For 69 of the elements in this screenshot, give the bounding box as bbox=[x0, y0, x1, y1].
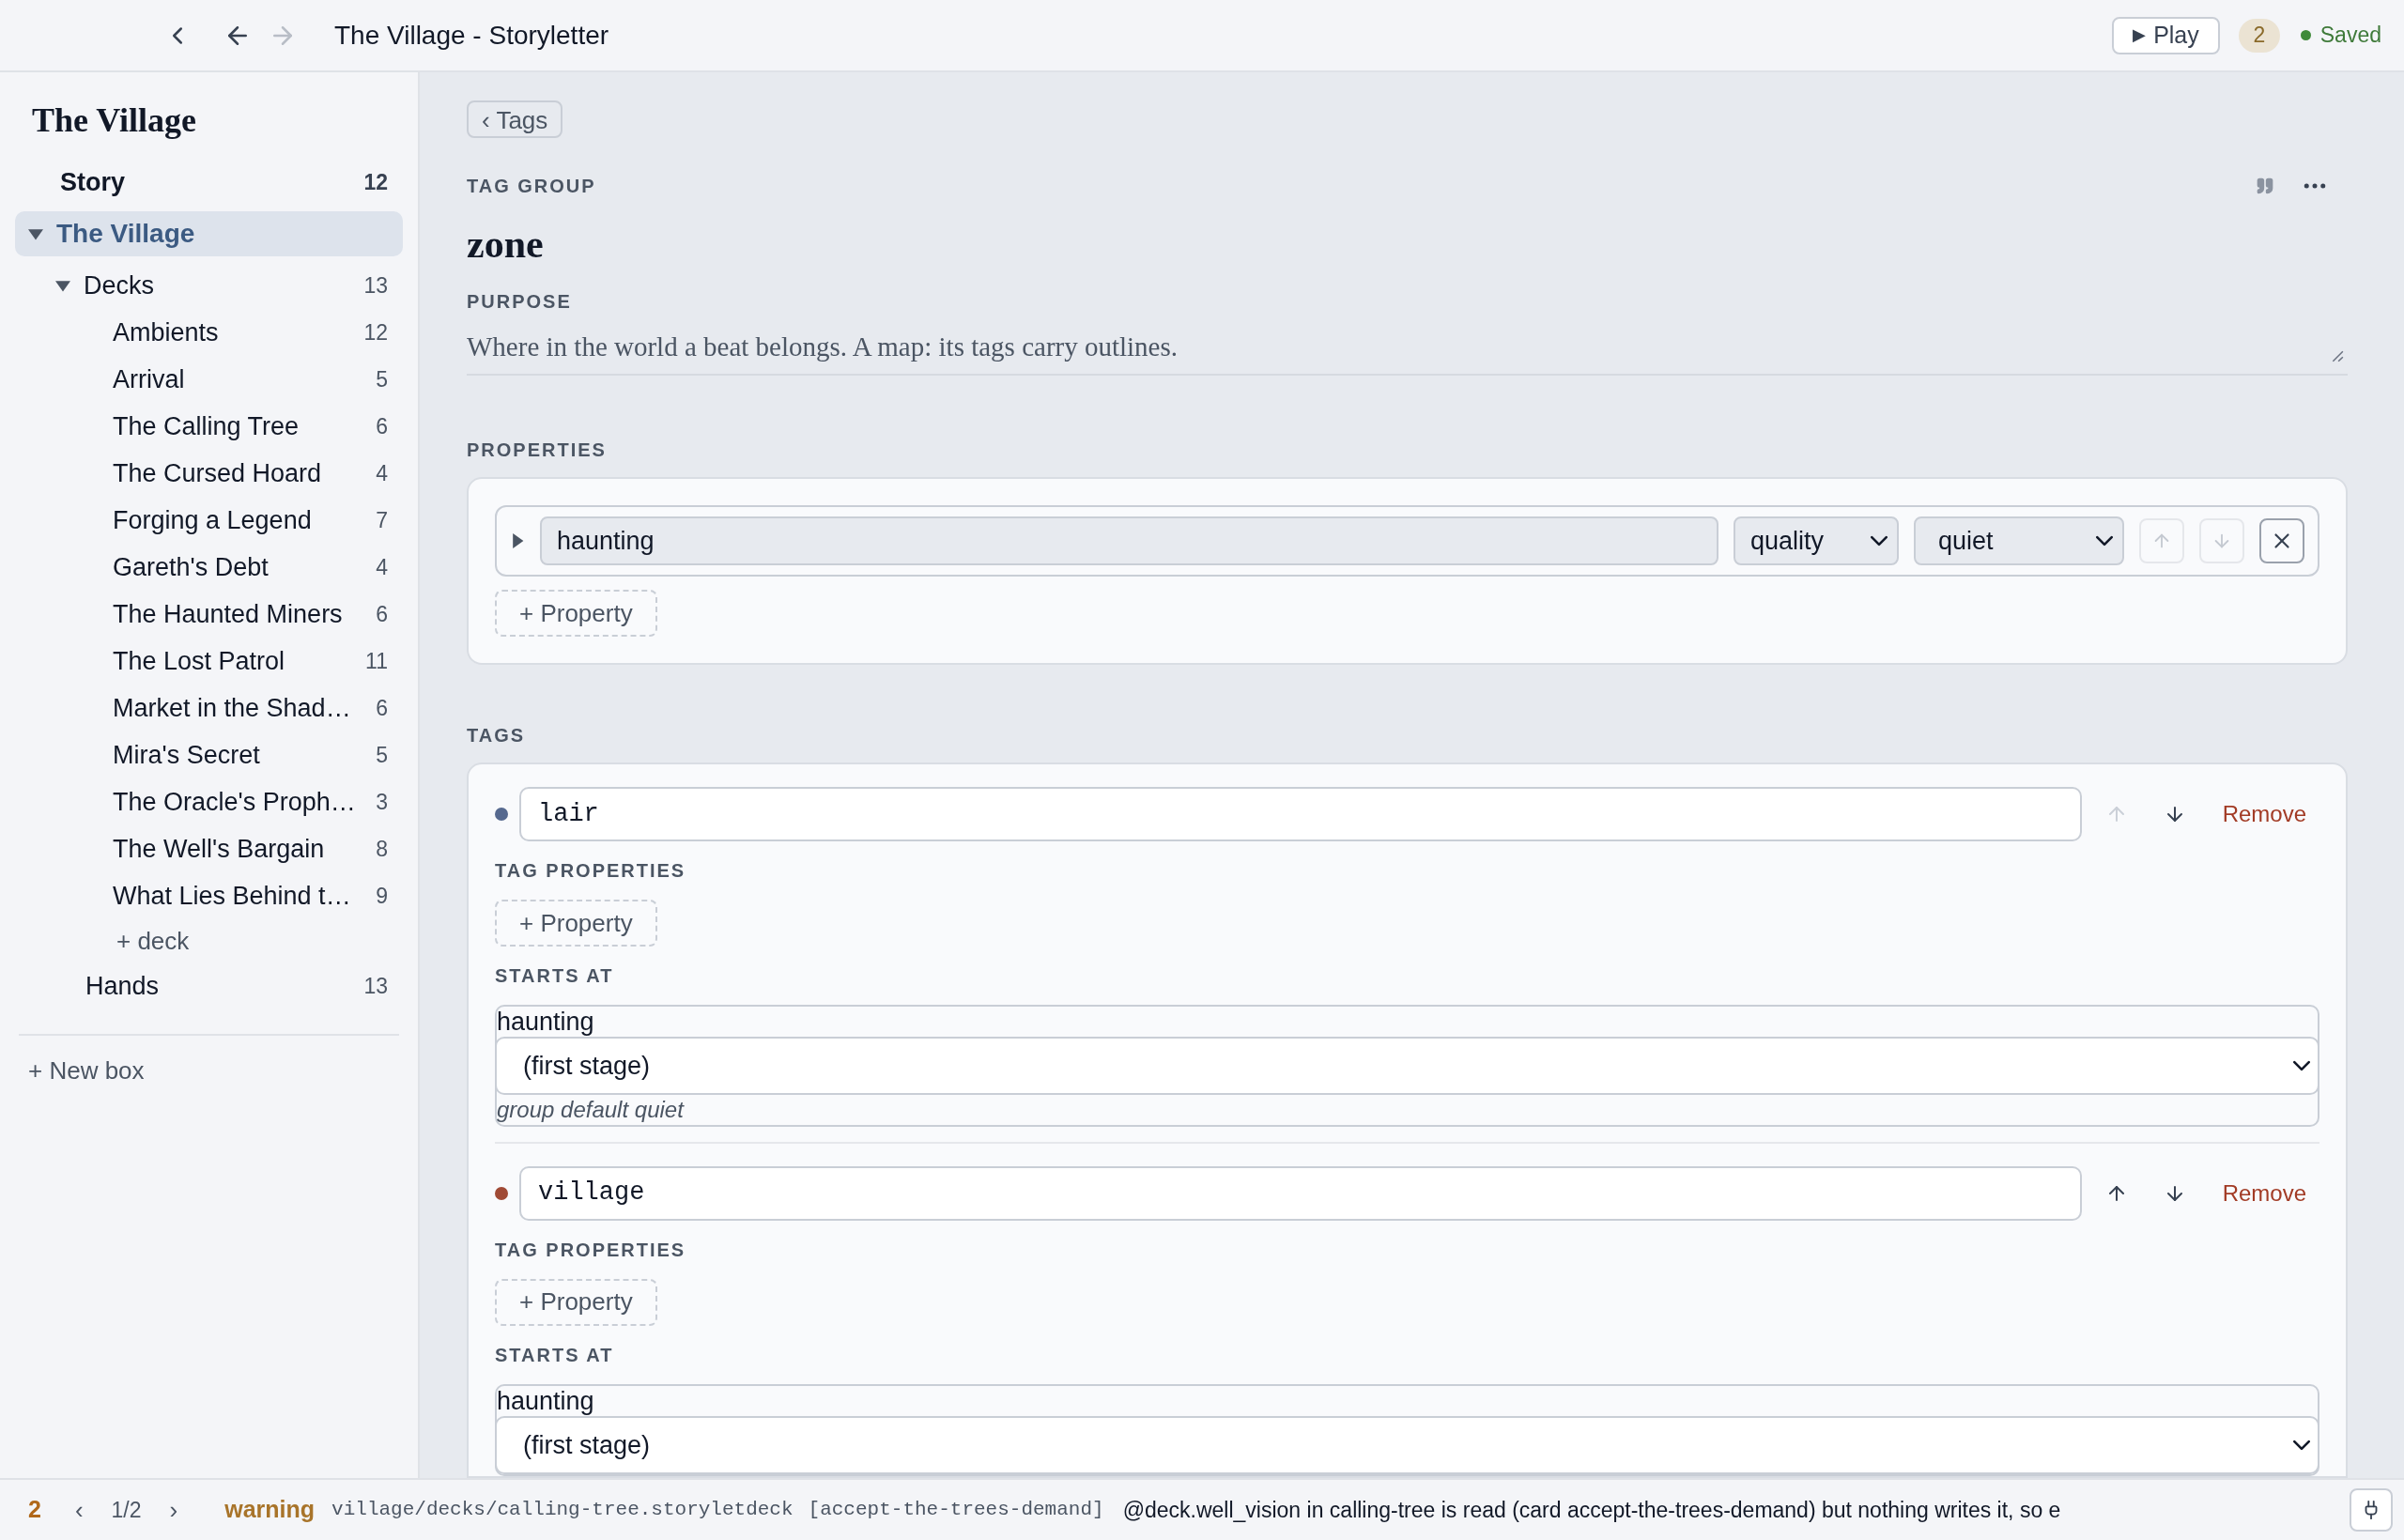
properties-label: PROPERTIES bbox=[467, 439, 608, 463]
count-badge: 2 bbox=[2238, 18, 2280, 53]
remove-button[interactable]: Remove bbox=[2209, 797, 2319, 832]
new-box-link[interactable]: + New box bbox=[15, 1053, 403, 1089]
tag-properties-label: TAG PROPERTIES bbox=[495, 859, 687, 884]
property-default-select[interactable]: quiet bbox=[1914, 516, 2124, 566]
tag-name-field[interactable]: lair bbox=[519, 787, 2082, 842]
property-name: haunting bbox=[497, 1007, 595, 1038]
severity-label: warning bbox=[224, 1495, 316, 1525]
add-property-button[interactable]: + Property bbox=[495, 1278, 657, 1326]
starts-at-label: STARTS AT bbox=[495, 964, 615, 989]
sidebar-item[interactable]: Market in the Shad… 6 bbox=[15, 685, 403, 732]
sidebar-item[interactable]: Story 12 bbox=[15, 159, 403, 206]
previous-button[interactable]: ‹ bbox=[74, 1491, 84, 1529]
stage-select[interactable]: (first stage) bbox=[495, 1037, 2319, 1096]
sidebar-item[interactable]: The Well's Bargain 8 bbox=[15, 825, 403, 872]
default-hint: group default quiet bbox=[497, 1096, 686, 1125]
resize-handle-icon[interactable] bbox=[2331, 349, 2344, 363]
sidebar-item[interactable]: Hands 13 bbox=[15, 962, 403, 1009]
expanded-triangle-icon[interactable] bbox=[28, 226, 43, 241]
problem-count: 2 bbox=[28, 1495, 41, 1525]
add-deck-link[interactable]: + deck bbox=[15, 919, 403, 962]
chevron-down-icon bbox=[2293, 1060, 2310, 1072]
collapsed-triangle-icon[interactable] bbox=[510, 533, 525, 549]
remove-button[interactable]: Remove bbox=[2209, 1176, 2319, 1210]
purpose-field[interactable]: Where in the world a beat belongs. A map: its tags carry outlines. bbox=[467, 327, 2348, 377]
saved-status: Saved bbox=[2319, 22, 2381, 50]
expanded-triangle-icon[interactable] bbox=[55, 278, 70, 293]
tag-name-field[interactable]: village bbox=[519, 1165, 2082, 1221]
tag-group-label: TAG GROUP bbox=[467, 175, 596, 198]
warning-message: @deck.well_vision in calling-tree is read (card accept-the-trees-demand) but nothing writes it, so e bbox=[1122, 1496, 2061, 1524]
tags-label: TAGS bbox=[467, 724, 527, 748]
sidebar-item[interactable]: The Village bbox=[15, 211, 403, 256]
add-property-button[interactable]: + Property bbox=[495, 900, 657, 947]
page-indicator: 1/2 bbox=[111, 1496, 142, 1524]
chevron-down-icon bbox=[2096, 535, 2113, 547]
next-button[interactable]: › bbox=[169, 1491, 178, 1529]
stage-select[interactable]: (first stage) bbox=[495, 1416, 2319, 1474]
sidebar-title: The Village bbox=[31, 100, 197, 141]
sidebar-item[interactable]: The Lost Patrol 11 bbox=[15, 638, 403, 685]
sidebar-item[interactable]: Decks 13 bbox=[15, 262, 403, 309]
property-name: haunting bbox=[497, 1385, 595, 1416]
sidebar-item[interactable]: Arrival 5 bbox=[15, 356, 403, 403]
sidebar-item[interactable]: The Haunted Miners 6 bbox=[15, 591, 403, 638]
quote-icon[interactable] bbox=[2256, 177, 2274, 195]
plug-button[interactable] bbox=[2350, 1488, 2393, 1532]
purpose-label: PURPOSE bbox=[467, 290, 573, 314]
starts-at-label: STARTS AT bbox=[495, 1343, 615, 1367]
sidebar-item[interactable]: The Oracle's Proph… 3 bbox=[15, 778, 403, 825]
window-title: The Village - Storyletter bbox=[334, 19, 609, 52]
property-type-select[interactable]: quality bbox=[1734, 516, 1899, 566]
file-path: village/decks/calling-tree.storyletdeck bbox=[331, 1498, 794, 1523]
chevron-down-icon bbox=[2293, 1440, 2310, 1451]
sidebar-item[interactable]: What Lies Behind t… 9 bbox=[15, 872, 403, 919]
chevron-down-icon bbox=[1871, 535, 1888, 547]
sidebar-item[interactable]: Ambients 12 bbox=[15, 309, 403, 356]
property-name-field[interactable]: haunting bbox=[540, 516, 1718, 566]
sidebar-item[interactable]: The Calling Tree 6 bbox=[15, 403, 403, 450]
add-property-button[interactable]: + Property bbox=[495, 590, 657, 638]
close-button[interactable] bbox=[2259, 518, 2304, 564]
tag-properties-label: TAG PROPERTIES bbox=[495, 1238, 687, 1262]
sidebar-item[interactable]: Forging a Legend 7 bbox=[15, 497, 403, 544]
sidebar-item[interactable]: Mira's Secret 5 bbox=[15, 732, 403, 778]
back-to-tags-button[interactable]: ‹ Tags bbox=[467, 100, 563, 138]
sidebar-item[interactable]: Gareth's Debt 4 bbox=[15, 544, 403, 591]
sidebar-item[interactable]: The Cursed Hoard 4 bbox=[15, 450, 403, 497]
tag-group-name: zone bbox=[467, 222, 545, 268]
play-button[interactable]: ▶ Play bbox=[2112, 16, 2220, 54]
card-id: [accept-the-trees-demand] bbox=[808, 1498, 1104, 1523]
